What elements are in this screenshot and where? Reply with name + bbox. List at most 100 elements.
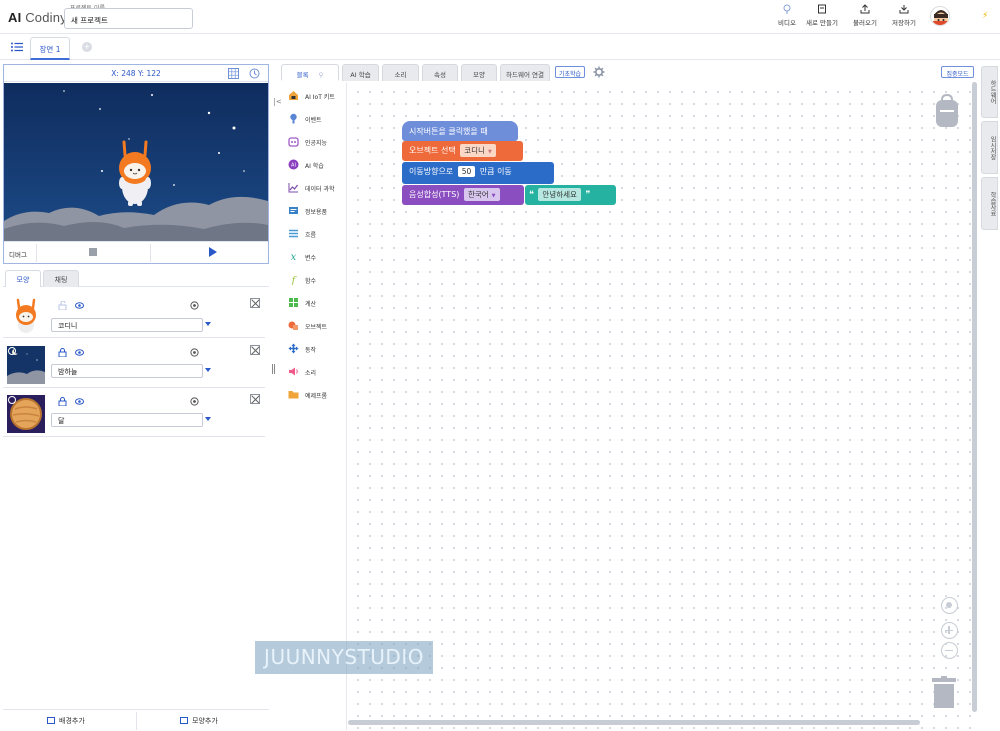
stop-button[interactable] bbox=[89, 248, 97, 256]
vertical-scrollbar[interactable] bbox=[972, 82, 977, 712]
sound-icon bbox=[289, 367, 298, 376]
side-tab-temp-save[interactable]: 임시저장 bbox=[981, 121, 998, 174]
tts-text-input[interactable]: 안녕하세요 bbox=[538, 188, 581, 201]
select-object-block[interactable]: 오브젝트 선택 코디니 ▼ bbox=[402, 141, 523, 161]
variable-icon: x bbox=[291, 252, 297, 262]
trash-icon[interactable] bbox=[932, 676, 956, 708]
tab-blocks[interactable]: 블록 ⚲ bbox=[281, 64, 339, 81]
target-icon[interactable] bbox=[190, 301, 199, 310]
add-scene-button[interactable]: + bbox=[82, 42, 92, 52]
save-icon bbox=[899, 5, 909, 14]
object-name-field[interactable]: 밤하늘 bbox=[51, 364, 203, 378]
object-thumbnail bbox=[7, 346, 45, 384]
scene-bar: 장면 1 + bbox=[0, 35, 1000, 60]
coordinates-readout: X: 248 Y: 122 bbox=[111, 69, 161, 78]
eye-icon[interactable] bbox=[75, 301, 84, 310]
object-row-moon[interactable]: 달 bbox=[3, 389, 265, 437]
open-button[interactable]: 불러오기 bbox=[851, 4, 879, 30]
tts-block[interactable]: 음성합성(TTS) 한국어 ▼ bbox=[402, 185, 524, 205]
new-file-button[interactable]: 새로 만들기 bbox=[804, 4, 840, 30]
object-row-codiny[interactable]: 코디니 bbox=[3, 290, 265, 338]
focus-mode-button[interactable]: 집중모드 bbox=[941, 66, 974, 78]
zoom-in-button[interactable] bbox=[941, 622, 958, 639]
tab-hardware[interactable]: 하드웨어 연결 bbox=[500, 64, 550, 81]
delete-object-button[interactable] bbox=[250, 298, 260, 308]
basic-learning-toggle[interactable]: 기초학습 bbox=[555, 66, 585, 78]
list-icon[interactable] bbox=[11, 42, 23, 52]
tab-sound[interactable]: 소리 bbox=[382, 64, 419, 81]
video-button[interactable]: 비디오 bbox=[776, 4, 798, 30]
motion-icon bbox=[288, 343, 299, 354]
object-tabs: 모양 채팅 bbox=[3, 270, 269, 287]
block-palette: AI IoT 키트 이벤트 인공지능 AI AI 학습 데이터 과학 정보용품 … bbox=[281, 82, 347, 730]
example-icon bbox=[288, 391, 299, 399]
svg-text:f: f bbox=[291, 276, 298, 286]
lock-icon[interactable] bbox=[58, 397, 67, 406]
eye-icon[interactable] bbox=[75, 397, 84, 406]
move-block[interactable]: 이동방향으로 50 만큼 이동 bbox=[402, 162, 554, 184]
event-start-block[interactable]: 시작버튼을 클릭했을 때 bbox=[402, 121, 518, 141]
object-icon bbox=[288, 321, 298, 330]
play-button[interactable] bbox=[209, 247, 217, 257]
delete-object-button[interactable] bbox=[250, 345, 260, 355]
grid-icon[interactable] bbox=[228, 68, 239, 79]
side-tab-learning-materials[interactable]: 학습자료 bbox=[981, 177, 998, 230]
upload-icon bbox=[860, 4, 870, 14]
add-shape-button[interactable]: 모양추가 bbox=[180, 716, 218, 726]
gear-icon[interactable] bbox=[593, 66, 605, 78]
object-name-field[interactable]: 코디니 bbox=[51, 318, 203, 332]
watermark: JUUNNYSTUDIO bbox=[255, 641, 433, 674]
lock-icon[interactable] bbox=[58, 348, 67, 357]
backpack-icon[interactable] bbox=[935, 94, 959, 128]
tab-ai-learning[interactable]: AI 학습 bbox=[342, 64, 379, 81]
object-thumbnail bbox=[7, 296, 45, 334]
svg-text:x: x bbox=[291, 252, 297, 262]
tab-shapes[interactable]: 모양 bbox=[461, 64, 497, 81]
panel-resize-handle[interactable] bbox=[272, 364, 275, 374]
info-icon bbox=[289, 207, 298, 214]
add-background-button[interactable]: 배경추가 bbox=[47, 716, 85, 726]
tts-language-dropdown[interactable]: 한국어 ▼ bbox=[463, 188, 500, 201]
project-name-input[interactable]: 새 프로젝트 bbox=[64, 8, 193, 29]
debug-label[interactable]: 디버그 bbox=[9, 249, 27, 259]
object-list: 코디니 밤하늘 달 bbox=[3, 288, 269, 708]
stage-canvas[interactable] bbox=[4, 83, 268, 241]
ai-learning-icon: AI bbox=[288, 159, 299, 170]
side-tab-hardware[interactable]: 하드웨어 bbox=[981, 66, 998, 118]
recenter-button[interactable] bbox=[941, 597, 958, 614]
function-icon: f bbox=[291, 276, 298, 286]
kit-icon bbox=[289, 91, 298, 100]
fullscreen-icon[interactable] bbox=[249, 68, 260, 79]
target-icon[interactable] bbox=[190, 397, 199, 406]
object-row-night-sky[interactable]: 밤하늘 bbox=[3, 340, 265, 388]
lightning-icon: ⚡ bbox=[982, 11, 989, 21]
video-icon bbox=[783, 4, 791, 14]
object-dropdown[interactable]: 코디니 ▼ bbox=[460, 144, 496, 157]
pin-icon: ⚲ bbox=[318, 71, 324, 79]
tts-text-block[interactable]: ❝ 안녕하세요 ❞ bbox=[525, 185, 616, 205]
horizontal-scrollbar[interactable] bbox=[348, 720, 920, 725]
chevron-down-icon[interactable] bbox=[205, 368, 211, 372]
user-avatar[interactable] bbox=[930, 6, 950, 26]
tab-chat[interactable]: 채팅 bbox=[43, 270, 79, 287]
app-logo[interactable]: AI Codiny bbox=[8, 10, 67, 25]
image-icon bbox=[47, 717, 55, 724]
top-header: AI Codiny 프로젝트 이름 새 프로젝트 비디오 새로 만들기 불러오기… bbox=[0, 0, 1000, 34]
tab-scene-1[interactable]: 장면 1 bbox=[30, 37, 70, 60]
eye-icon[interactable] bbox=[75, 348, 84, 357]
save-button[interactable]: 저장하기 bbox=[890, 4, 918, 30]
tab-shape[interactable]: 모양 bbox=[5, 270, 41, 287]
stage-panel: X: 248 Y: 122 디버그 bbox=[3, 64, 269, 264]
block-workspace[interactable]: 시작버튼을 클릭했을 때 오브젝트 선택 코디니 ▼ 이동방향으로 50 만큼 이… bbox=[348, 82, 978, 730]
data-science-icon bbox=[288, 183, 298, 193]
delete-object-button[interactable] bbox=[250, 394, 260, 404]
tab-properties[interactable]: 속성 bbox=[422, 64, 458, 81]
target-icon[interactable] bbox=[190, 348, 199, 357]
object-bottom-buttons: 배경추가 모양추가 bbox=[3, 709, 269, 731]
object-name-field[interactable]: 달 bbox=[51, 413, 203, 427]
move-distance-input[interactable]: 50 bbox=[457, 166, 476, 177]
zoom-out-button[interactable] bbox=[941, 642, 958, 659]
chevron-down-icon[interactable] bbox=[205, 322, 211, 326]
chevron-down-icon[interactable] bbox=[205, 417, 211, 421]
unlock-icon[interactable] bbox=[58, 301, 67, 310]
